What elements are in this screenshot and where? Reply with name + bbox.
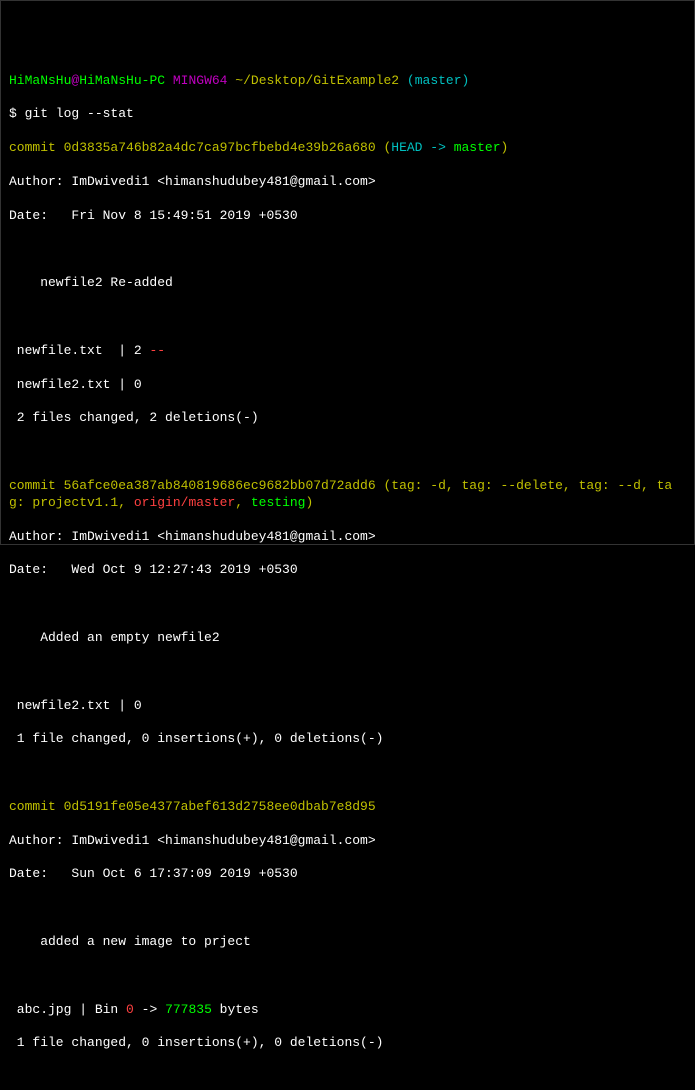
commit-line: commit 0d5191fe05e4377abef613d2758ee0dba… [9,799,686,816]
blank-line [9,596,686,613]
commit-message: newfile2 Re-added [9,275,686,292]
date-line: Date: Wed Oct 9 12:27:43 2019 +0530 [9,562,686,579]
blank-line [9,241,686,258]
date-line: Date: Sun Oct 6 17:37:09 2019 +0530 [9,866,686,883]
file-stat: newfile2.txt | 0 [9,377,686,394]
commit-line: commit 0d3835a746b82a4dc7ca97bcfbebd4e39… [9,140,686,157]
blank-line [9,309,686,326]
blank-line [9,900,686,917]
commit-message: Added an empty newfile2 [9,630,686,647]
blank-line [9,444,686,461]
title-bar: HiMaNsHu@HiMaNsHu-PC MINGW64 ~/Desktop/G… [9,73,686,90]
file-stat: newfile.txt | 2 -- [9,343,686,360]
commit-message: added a new image to prject [9,934,686,951]
blank-line [9,968,686,985]
blank-line [9,1069,686,1086]
blank-line [9,765,686,782]
author-line: Author: ImDwivedi1 <himanshudubey481@gma… [9,833,686,850]
summary-line: 1 file changed, 0 insertions(+), 0 delet… [9,731,686,748]
file-stat: abc.jpg | Bin 0 -> 777835 bytes [9,1002,686,1019]
file-stat: newfile2.txt | 0 [9,698,686,715]
author-line: Author: ImDwivedi1 <himanshudubey481@gma… [9,529,686,546]
blank-line [9,664,686,681]
date-line: Date: Fri Nov 8 15:49:51 2019 +0530 [9,208,686,225]
summary-line: 1 file changed, 0 insertions(+), 0 delet… [9,1035,686,1052]
commit-line: commit 56afce0ea387ab840819686ec9682bb07… [9,478,686,512]
summary-line: 2 files changed, 2 deletions(-) [9,410,686,427]
author-line: Author: ImDwivedi1 <himanshudubey481@gma… [9,174,686,191]
prompt-line[interactable]: $ git log --stat [9,106,686,123]
